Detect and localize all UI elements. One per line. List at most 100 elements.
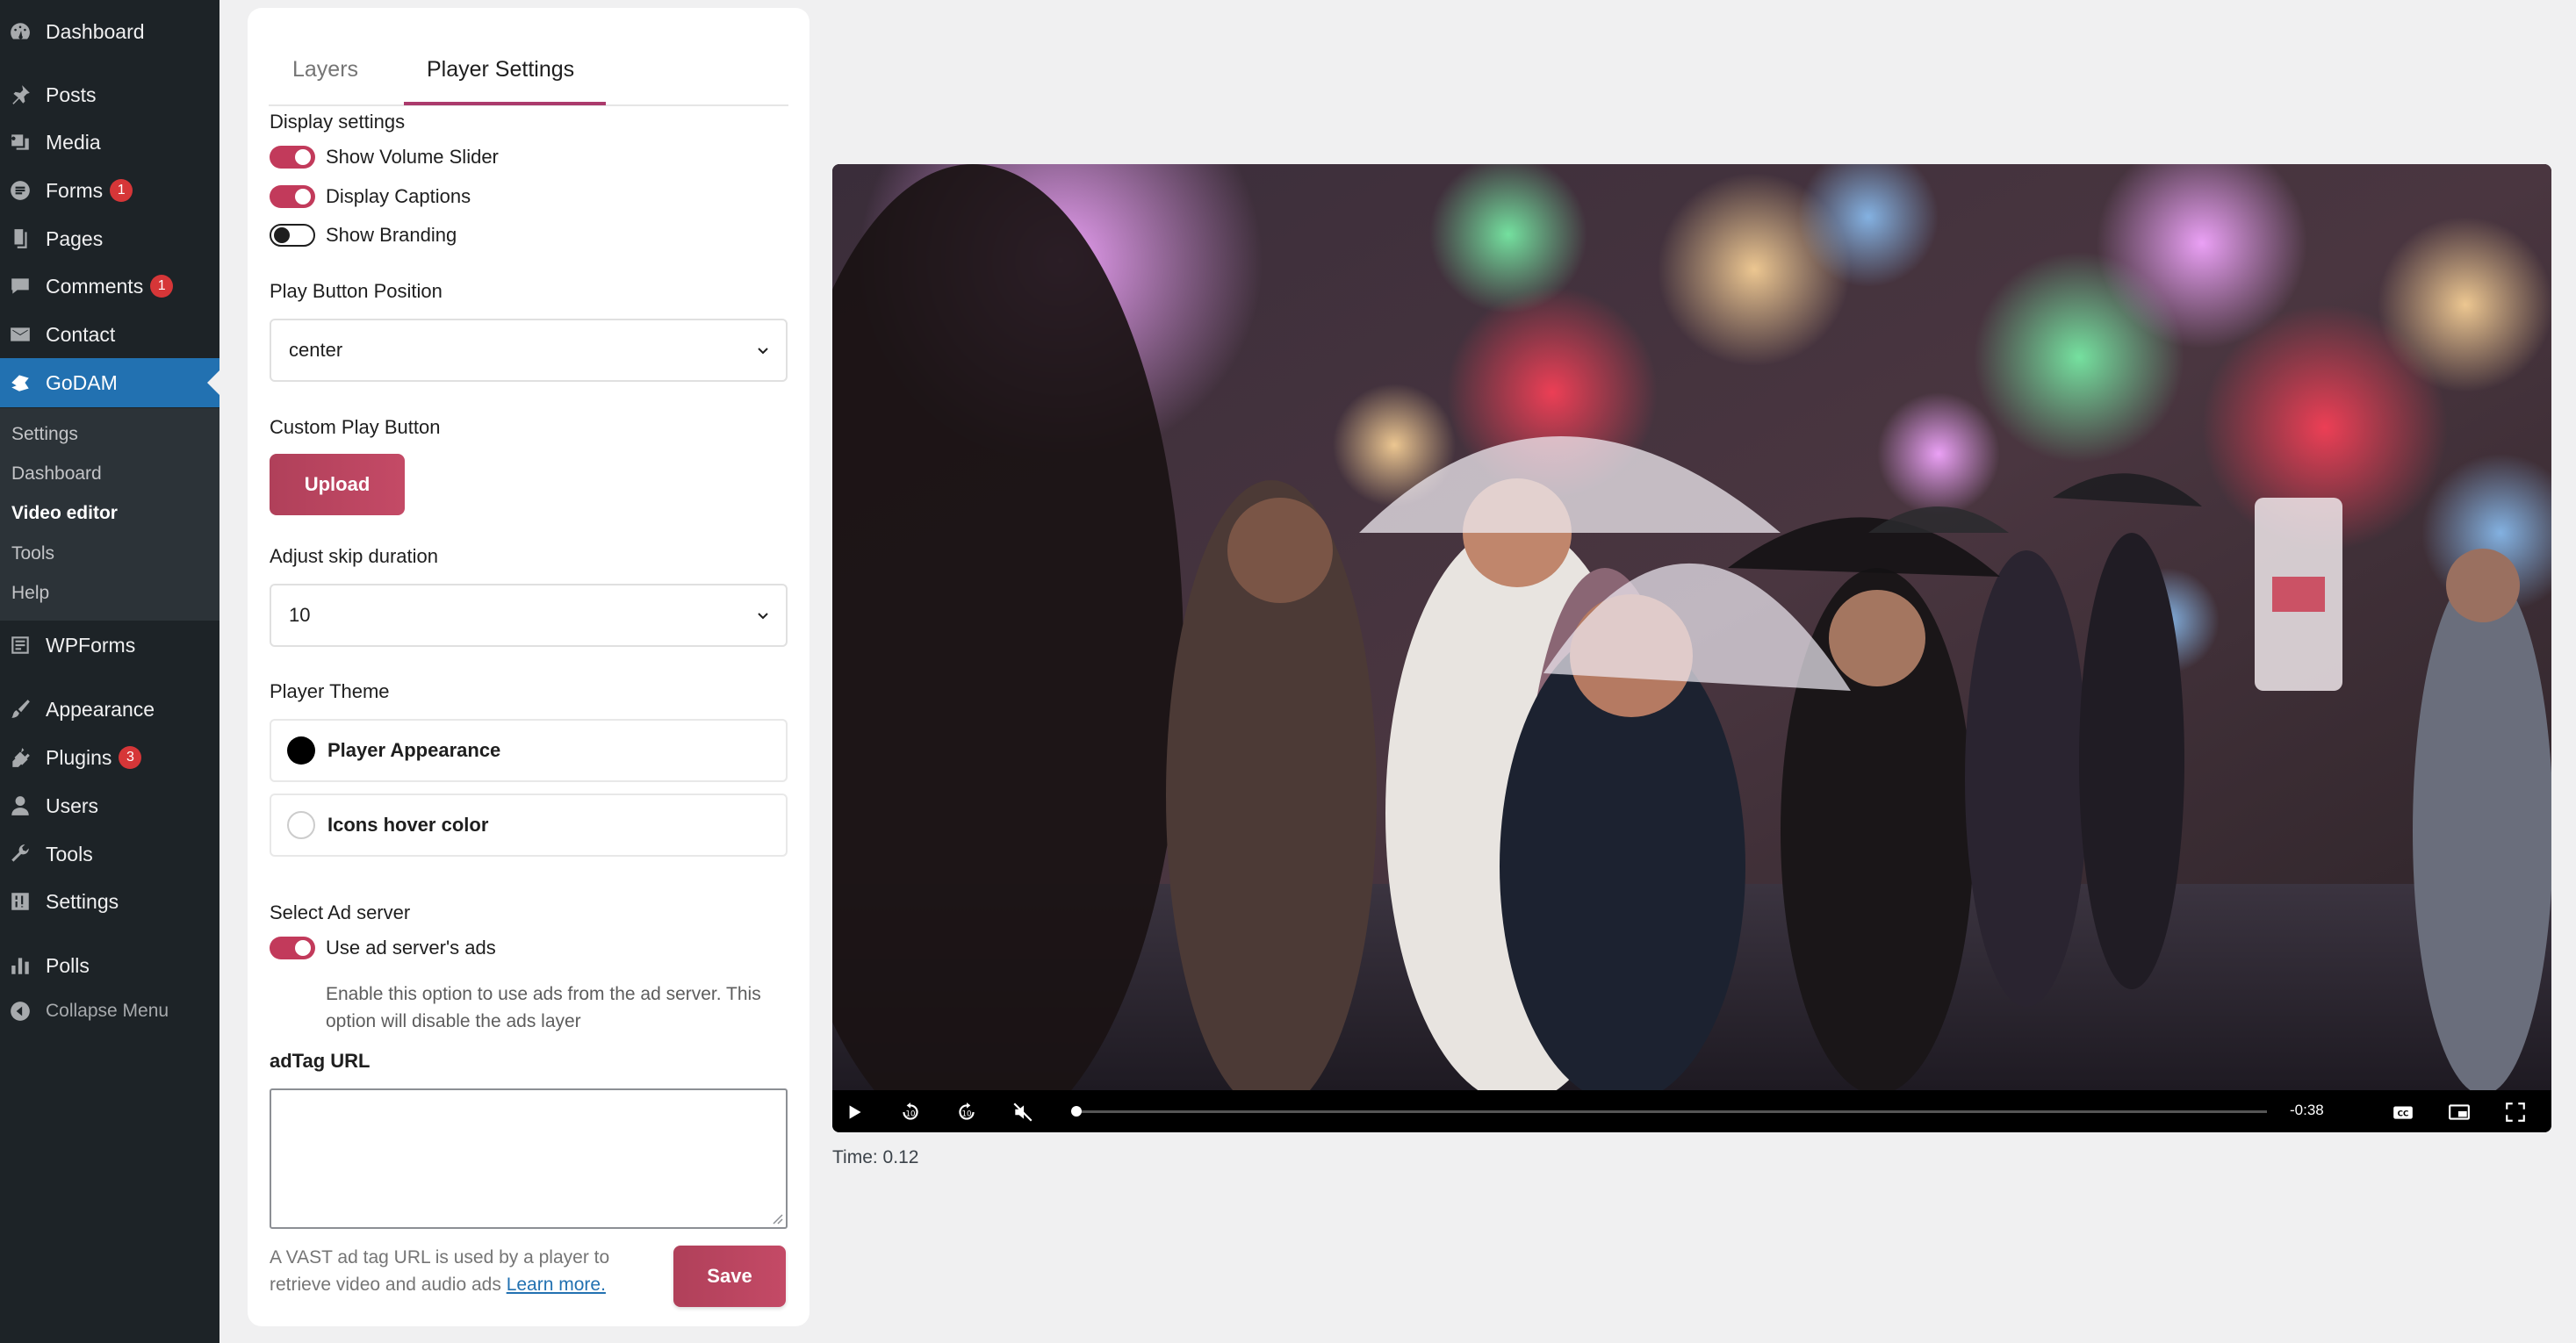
menu-label: WPForms <box>46 633 136 657</box>
menu-comments[interactable]: Comments 1 <box>0 262 219 311</box>
captions-row: Display Captions <box>270 185 471 208</box>
pin-icon <box>9 83 32 106</box>
toggle-label: Show Volume Slider <box>326 146 499 168</box>
menu-settings[interactable]: Settings <box>0 877 219 926</box>
svg-text:CC: CC <box>2398 1110 2409 1118</box>
menu-wpforms[interactable]: WPForms <box>0 621 219 670</box>
video-frame <box>832 164 2551 1090</box>
tab-layers[interactable]: Layers <box>292 57 358 83</box>
menu-users[interactable]: Users <box>0 781 219 830</box>
panel-tabs: Layers Player Settings <box>269 38 788 106</box>
collapse-menu-button[interactable]: Collapse Menu <box>0 987 219 1036</box>
menu-label: Comments <box>46 274 144 298</box>
learn-more-link[interactable]: Learn more. <box>507 1275 606 1295</box>
captions-toggle[interactable] <box>270 185 315 208</box>
color-swatch <box>287 736 315 765</box>
notification-badge: 3 <box>119 746 142 769</box>
menu-media[interactable]: Media <box>0 118 219 167</box>
toggle-label: Use ad server's ads <box>326 937 496 959</box>
ad-server-toggle[interactable] <box>270 937 315 959</box>
ad-server-label: Select Ad server <box>270 901 411 923</box>
svg-text:10: 10 <box>961 1110 971 1118</box>
play-button-position-select[interactable]: center <box>270 319 788 382</box>
play-button-position-label: Play Button Position <box>270 280 443 302</box>
cc-icon[interactable]: CC <box>2392 1101 2414 1124</box>
menu-label: Forms <box>46 178 104 202</box>
save-button[interactable]: Save <box>673 1246 786 1307</box>
select-value: 10 <box>289 604 311 626</box>
menu-dashboard[interactable]: Dashboard <box>0 7 219 56</box>
menu-posts[interactable]: Posts <box>0 70 219 119</box>
user-icon <box>9 794 32 817</box>
active-tab-indicator <box>404 102 606 105</box>
upload-button[interactable]: Upload <box>270 454 405 515</box>
menu-label: Settings <box>46 889 119 913</box>
video-control-bar: 10 10 -0:38 CC <box>832 1090 2551 1132</box>
submenu-video-editor[interactable]: Video editor <box>11 503 118 524</box>
menu-label: Users <box>46 794 99 817</box>
pages-icon <box>9 227 32 250</box>
menu-forms[interactable]: Forms 1 <box>0 166 219 215</box>
media-icon <box>9 131 32 154</box>
pip-icon[interactable] <box>2448 1101 2471 1124</box>
rewind-10-icon[interactable]: 10 <box>899 1101 922 1124</box>
forms-icon <box>9 179 32 202</box>
chevron-down-icon <box>758 348 768 355</box>
submenu-dashboard[interactable]: Dashboard <box>11 463 102 485</box>
video-player[interactable]: 10 10 -0:38 CC <box>832 164 2551 1132</box>
menu-label: Polls <box>46 953 90 977</box>
progress-bar[interactable] <box>1073 1110 2267 1113</box>
skip-duration-label: Adjust skip duration <box>270 545 438 567</box>
ad-server-row: Use ad server's ads <box>270 937 496 959</box>
branding-row: Show Branding <box>270 224 457 247</box>
adtag-footnote: A VAST ad tag URL is used by a player to… <box>270 1244 673 1302</box>
player-settings-panel: Layers Player Settings Display settings … <box>248 8 809 1326</box>
menu-label: Posts <box>46 83 97 106</box>
adtag-url-input[interactable] <box>270 1088 788 1229</box>
menu-pages[interactable]: Pages <box>0 214 219 263</box>
collapse-icon <box>9 1000 32 1023</box>
toggle-label: Display Captions <box>326 185 471 207</box>
resize-handle-icon[interactable] <box>771 1212 783 1224</box>
notification-badge: 1 <box>150 275 174 298</box>
player-appearance-color[interactable]: Player Appearance <box>270 719 788 782</box>
menu-label: Tools <box>46 842 93 865</box>
forward-10-icon[interactable]: 10 <box>955 1101 978 1124</box>
color-label: Player Appearance <box>327 739 501 761</box>
branding-toggle[interactable] <box>270 224 315 247</box>
godam-icon <box>9 371 32 394</box>
mute-icon[interactable] <box>1011 1101 1034 1124</box>
collapse-label: Collapse Menu <box>46 1001 169 1021</box>
player-theme-label: Player Theme <box>270 680 390 702</box>
tab-player-settings[interactable]: Player Settings <box>427 57 574 83</box>
menu-contact[interactable]: Contact <box>0 310 219 359</box>
admin-sidebar: Dashboard Posts Media Forms 1 Pages Comm… <box>0 0 219 1343</box>
fullscreen-icon[interactable] <box>2504 1101 2527 1124</box>
toggle-label: Show Branding <box>326 224 457 246</box>
menu-tools[interactable]: Tools <box>0 830 219 879</box>
menu-polls[interactable]: Polls <box>0 941 219 990</box>
svg-text:10: 10 <box>905 1110 915 1118</box>
color-swatch <box>287 811 315 839</box>
menu-godam[interactable]: GoDAM <box>0 358 219 407</box>
icons-hover-color[interactable]: Icons hover color <box>270 794 788 857</box>
volume-slider-row: Show Volume Slider <box>270 146 499 169</box>
menu-plugins[interactable]: Plugins 3 <box>0 733 219 782</box>
menu-label: Contact <box>46 322 116 346</box>
plugin-icon <box>9 746 32 769</box>
submenu-settings[interactable]: Settings <box>11 424 78 445</box>
menu-appearance[interactable]: Appearance <box>0 685 219 734</box>
submenu-help[interactable]: Help <box>11 583 49 604</box>
display-settings-label: Display settings <box>270 111 406 133</box>
settings-icon <box>9 890 32 913</box>
custom-play-button-label: Custom Play Button <box>270 416 441 438</box>
skip-duration-select[interactable]: 10 <box>270 584 788 647</box>
menu-label: Plugins <box>46 745 112 769</box>
volume-slider-toggle[interactable] <box>270 146 315 169</box>
menu-label: GoDAM <box>46 370 118 394</box>
play-icon[interactable] <box>843 1101 866 1124</box>
menu-label: Dashboard <box>46 19 145 43</box>
progress-handle[interactable] <box>1071 1106 1083 1117</box>
submenu-tools[interactable]: Tools <box>11 543 54 564</box>
menu-label: Pages <box>46 226 104 250</box>
